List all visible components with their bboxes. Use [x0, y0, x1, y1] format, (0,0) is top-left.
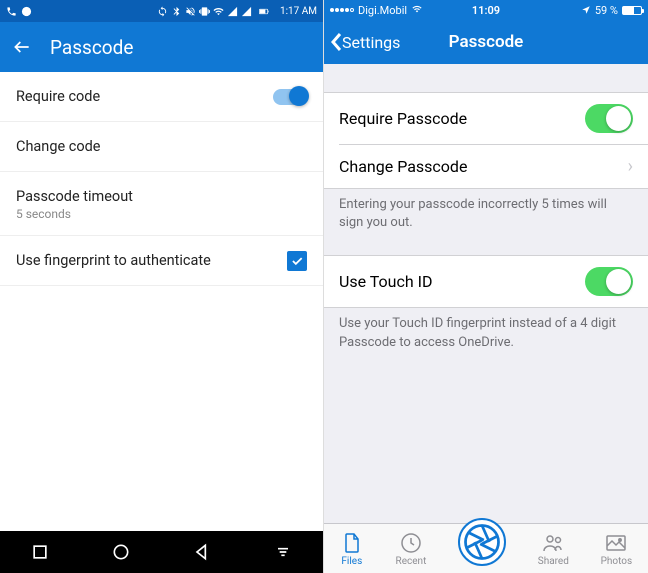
- require-passcode-label: Require Passcode: [339, 109, 467, 128]
- ios-status-bar: Digi.Mobil 11:09 59 %: [324, 0, 648, 20]
- nav-back-icon[interactable]: [192, 542, 212, 562]
- tab-recent-label: Recent: [396, 556, 427, 567]
- spotify-icon: [21, 6, 32, 17]
- lockout-footer: Entering your passcode incorrectly 5 tim…: [324, 189, 648, 239]
- require-code-label: Require code: [16, 88, 100, 105]
- timeout-label: Passcode timeout: [16, 188, 133, 205]
- vibrate-icon: [199, 6, 210, 17]
- change-passcode-row[interactable]: Change Passcode ›: [339, 144, 648, 188]
- change-code-label: Change code: [16, 138, 100, 155]
- back-button[interactable]: Settings: [324, 32, 400, 52]
- status-time: 1:17 AM: [280, 6, 317, 17]
- back-label: Settings: [342, 33, 400, 52]
- change-code-row[interactable]: Change code: [0, 122, 323, 172]
- change-passcode-label: Change Passcode: [339, 157, 467, 176]
- ios-screen: Digi.Mobil 11:09 59 % Settings Passcode …: [324, 0, 648, 573]
- signal-icon-2: [241, 6, 252, 17]
- back-arrow-icon[interactable]: [12, 37, 32, 57]
- photos-icon: [604, 531, 628, 555]
- nav-home-icon[interactable]: [111, 542, 131, 562]
- touchid-group: Use Touch ID: [324, 255, 648, 308]
- wifi-icon: [411, 4, 423, 17]
- passcode-group: Require Passcode Change Passcode ›: [324, 92, 648, 189]
- mute-icon: [185, 6, 196, 17]
- touchid-toggle[interactable]: [585, 267, 633, 296]
- android-header: Passcode: [0, 22, 323, 72]
- touchid-label: Use Touch ID: [339, 272, 433, 291]
- wifi-icon: [213, 6, 224, 17]
- touchid-row[interactable]: Use Touch ID: [324, 256, 648, 307]
- nav-recent-icon[interactable]: [30, 542, 50, 562]
- battery-icon: [622, 6, 642, 15]
- aperture-icon: [458, 518, 506, 566]
- status-time: 11:09: [472, 4, 500, 17]
- shared-icon: [541, 531, 565, 555]
- ios-content: Require Passcode Change Passcode › Enter…: [324, 64, 648, 523]
- bluetooth-icon: [171, 6, 182, 17]
- carrier-name: Digi.Mobil: [358, 4, 407, 17]
- phone-icon: [6, 6, 17, 17]
- tab-files-label: Files: [341, 556, 362, 567]
- require-passcode-toggle[interactable]: [585, 104, 633, 133]
- fingerprint-row[interactable]: Use fingerprint to authenticate: [0, 236, 323, 286]
- location-icon: [581, 5, 591, 15]
- ios-tab-bar: Files Recent Shared Photos: [324, 523, 648, 573]
- require-code-row[interactable]: Require code: [0, 72, 323, 122]
- require-passcode-row[interactable]: Require Passcode: [324, 93, 648, 144]
- tab-files[interactable]: Files: [340, 531, 364, 567]
- nav-menu-icon[interactable]: [273, 542, 293, 562]
- ios-header: Settings Passcode: [324, 20, 648, 64]
- tab-recent[interactable]: Recent: [396, 531, 427, 567]
- tab-shared[interactable]: Shared: [538, 531, 569, 567]
- page-title: Passcode: [50, 36, 133, 59]
- fingerprint-label: Use fingerprint to authenticate: [16, 252, 211, 269]
- touchid-footer: Use your Touch ID fingerprint instead of…: [324, 308, 648, 358]
- tab-photos-label: Photos: [601, 556, 633, 567]
- sync-icon: [157, 6, 168, 17]
- battery-icon: [255, 6, 273, 17]
- fingerprint-checkbox[interactable]: [287, 251, 307, 271]
- page-title: Passcode: [449, 32, 524, 52]
- android-screen: 1:17 AM Passcode Require code Change cod…: [0, 0, 324, 573]
- passcode-timeout-row[interactable]: Passcode timeout 5 seconds: [0, 172, 323, 236]
- require-code-toggle[interactable]: [273, 89, 307, 105]
- tab-shared-label: Shared: [538, 556, 569, 567]
- android-settings-list: Require code Change code Passcode timeou…: [0, 72, 323, 531]
- tab-add[interactable]: [458, 532, 506, 566]
- signal-icon: [227, 6, 238, 17]
- files-icon: [340, 531, 364, 555]
- recent-icon: [399, 531, 423, 555]
- tab-photos[interactable]: Photos: [601, 531, 633, 567]
- android-nav-bar: [0, 531, 323, 573]
- battery-percent: 59 %: [595, 4, 618, 17]
- timeout-value: 5 seconds: [16, 207, 133, 221]
- android-status-bar: 1:17 AM: [0, 0, 323, 22]
- signal-dots-icon: [330, 8, 354, 12]
- chevron-right-icon: ›: [628, 156, 633, 177]
